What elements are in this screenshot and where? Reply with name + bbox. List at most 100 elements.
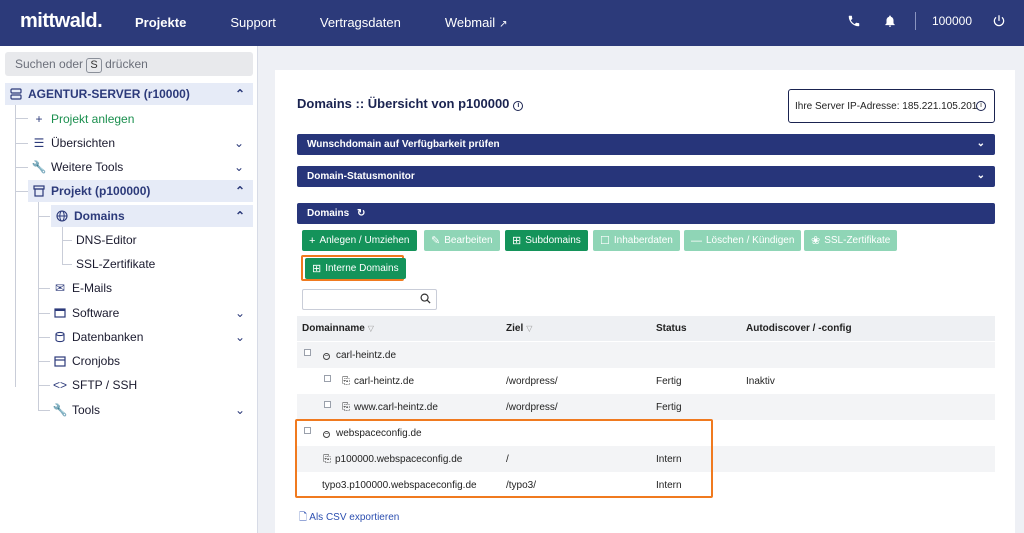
sidebar-item-cronjobs[interactable]: Cronjobs: [53, 350, 253, 372]
wrench-icon: 🔧: [31, 160, 47, 174]
column-domainname[interactable]: Domainname ▽: [302, 323, 374, 334]
chevron-down-icon[interactable]: ⌄: [977, 138, 985, 149]
globe-icon: [55, 209, 69, 223]
domain-name: carl-heintz.de: [354, 376, 415, 387]
sidebar-item-project[interactable]: Projekt (p100000) ⌃: [28, 180, 253, 202]
link-icon: ⎘: [342, 376, 350, 387]
column-ziel[interactable]: Ziel ▽: [506, 323, 532, 334]
archive-icon: [32, 184, 46, 198]
chevron-down-icon[interactable]: ⌄: [235, 403, 245, 417]
sidebar-item-label: Weitere Tools: [51, 160, 124, 174]
sidebar-item-tools[interactable]: 🔧 Tools ⌄: [53, 399, 253, 421]
tree-line: [38, 337, 50, 338]
search-placeholder: Suchen oder: [15, 57, 84, 71]
accordion-domain-check[interactable]: Wunschdomain auf Verfügbarkeit prüfen ⌄: [297, 134, 995, 155]
chevron-down-icon[interactable]: ⌄: [235, 330, 245, 344]
button-label: Interne Domains: [325, 263, 399, 274]
sidebar-item-ssl[interactable]: SSL-Zertifikate: [76, 253, 246, 275]
search-suffix: drücken: [105, 57, 148, 71]
sidebar-item-software[interactable]: Software ⌄: [53, 302, 253, 324]
domain-name: carl-heintz.de: [336, 350, 397, 361]
column-autodiscover: Autodiscover / -config: [746, 323, 852, 334]
certificate-icon: ❀: [811, 235, 821, 247]
sidebar-item-server[interactable]: AGENTUR-SERVER (r10000) ⌃: [5, 83, 253, 105]
chevron-up-icon[interactable]: ⌃: [235, 209, 245, 223]
add-domain-button[interactable]: + Anlegen / Umziehen: [302, 230, 417, 251]
chevron-down-icon[interactable]: ⌄: [235, 306, 245, 320]
sidebar-item-label: SFTP / SSH: [72, 378, 138, 392]
highlight-box: [295, 419, 713, 498]
domain-target: /wordpress/: [506, 376, 558, 387]
sidebar-item-domains[interactable]: Domains ⌃: [51, 205, 253, 227]
collapse-icon[interactable]: −: [323, 353, 330, 360]
nav-support[interactable]: Support: [230, 15, 276, 30]
subdomains-button[interactable]: ⊞ Subdomains: [505, 230, 588, 251]
csv-export-link[interactable]: 🗋 Als CSV exportieren: [299, 510, 399, 527]
row-checkbox[interactable]: [304, 349, 311, 356]
button-label: Subdomains: [525, 235, 581, 246]
shortcut-key: S: [86, 58, 102, 73]
domain-autodiscover: Inaktiv: [746, 376, 775, 387]
domain-status: Fertig: [656, 376, 682, 387]
table-row[interactable]: ⎘ carl-heintz.de /wordpress/ Fertig Inakt…: [297, 368, 995, 394]
tree-line: [38, 313, 50, 314]
sidebar-item-databases[interactable]: Datenbanken ⌄: [53, 326, 253, 348]
table-filter-input[interactable]: [302, 289, 437, 310]
sidebar-item-sftp[interactable]: <> SFTP / SSH: [53, 374, 253, 396]
chevron-down-icon[interactable]: ⌄: [234, 160, 244, 174]
sidebar-item-overviews[interactable]: ☰ Übersichten ⌄: [32, 132, 252, 154]
owner-data-button[interactable]: ☐ Inhaberdaten: [593, 230, 680, 251]
ssl-certificates-button[interactable]: ❀ SSL-Zertifikate: [804, 230, 898, 251]
sidebar-item-label: AGENTUR-SERVER (r10000): [28, 87, 190, 101]
sidebar-item-new-project[interactable]: + Projekt anlegen: [32, 108, 252, 130]
plus-icon: +: [35, 112, 43, 126]
table-row[interactable]: − carl-heintz.de: [297, 342, 995, 368]
info-icon[interactable]: i: [976, 101, 986, 111]
nav-vertragsdaten[interactable]: Vertragsdaten: [320, 15, 401, 30]
phone-icon[interactable]: [845, 12, 863, 30]
sort-icon: ▽: [526, 324, 533, 333]
row-checkbox[interactable]: [324, 375, 331, 382]
nav-webmail[interactable]: Webmail ↗: [445, 15, 508, 30]
table-row[interactable]: ⎘ www.carl-heintz.de /wordpress/ Fertig: [297, 394, 995, 420]
plus-icon: +: [309, 234, 316, 247]
delete-button[interactable]: — Löschen / Kündigen: [684, 230, 802, 251]
sidebar-item-label: SSL-Zertifikate: [76, 257, 156, 271]
mittwald-logo[interactable]: mittwald.: [20, 10, 103, 33]
internal-domains-button[interactable]: ⊞ Interne Domains: [305, 258, 406, 279]
sidebar-item-label: DNS-Editor: [76, 233, 137, 247]
sidebar-item-label: Projekt (p100000): [51, 184, 151, 198]
external-link-icon: ↗: [499, 19, 508, 30]
chevron-down-icon[interactable]: ⌄: [977, 170, 985, 181]
bell-icon[interactable]: [881, 12, 899, 30]
sidebar-item-emails[interactable]: ✉ E-Mails: [53, 277, 253, 299]
main-nav: Projekte Support Vertragsdaten Webmail ↗: [135, 15, 552, 30]
tree-line: [38, 202, 39, 410]
edit-button[interactable]: ✎ Bearbeiten: [424, 230, 500, 251]
domain-target: /wordpress/: [506, 402, 558, 413]
tree-line: [62, 264, 72, 265]
button-label: Löschen / Kündigen: [706, 235, 795, 246]
user-id[interactable]: 100000: [932, 14, 972, 28]
chevron-up-icon[interactable]: ⌃: [235, 184, 245, 198]
envelope-icon: ✉: [54, 281, 66, 295]
button-label: Anlegen / Umziehen: [319, 235, 410, 246]
nav-projekte[interactable]: Projekte: [135, 15, 186, 30]
tree-line: [15, 143, 28, 144]
chevron-up-icon[interactable]: ⌃: [235, 87, 245, 101]
refresh-icon[interactable]: ↻: [357, 208, 365, 219]
info-icon[interactable]: i: [513, 101, 524, 111]
sidebar-search[interactable]: Suchen oder S drücken: [5, 52, 253, 76]
accordion-title: Wunschdomain auf Verfügbarkeit prüfen: [307, 139, 500, 150]
sidebar-item-label: E-Mails: [72, 281, 113, 295]
column-label: Domainname: [302, 323, 365, 334]
accordion-status-monitor[interactable]: Domain-Statusmonitor ⌄: [297, 166, 995, 187]
row-checkbox[interactable]: [324, 401, 331, 408]
pencil-icon: ✎: [431, 235, 441, 247]
sidebar-item-more-tools[interactable]: 🔧 Weitere Tools ⌄: [32, 156, 252, 178]
button-label: SSL-Zertifikate: [824, 235, 891, 246]
chevron-down-icon[interactable]: ⌄: [234, 136, 244, 150]
power-icon[interactable]: [990, 12, 1008, 30]
code-icon: <>: [53, 378, 68, 392]
sidebar-item-dns-editor[interactable]: DNS-Editor: [76, 229, 246, 251]
